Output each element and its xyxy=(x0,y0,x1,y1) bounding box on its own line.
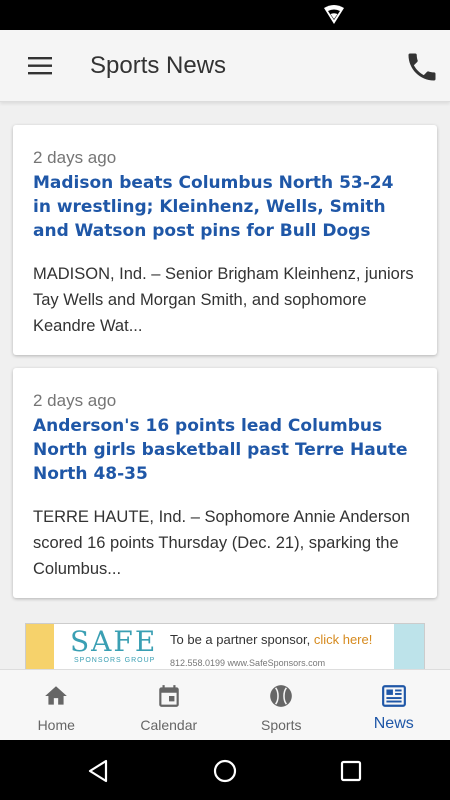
home-icon xyxy=(45,686,68,705)
sponsor-ad-banner[interactable]: SAFE SPONSORS GROUP To be a partner spon… xyxy=(25,623,425,669)
article-time: 2 days ago xyxy=(33,391,117,410)
nav-calendar[interactable]: Calendar xyxy=(113,670,226,740)
nav-home[interactable]: Home xyxy=(0,670,113,740)
ad-logo: SAFE xyxy=(70,625,158,658)
news-card[interactable]: 2 days ago Madison beats Columbus North … xyxy=(13,125,437,355)
menu-button[interactable] xyxy=(16,51,64,81)
nav-label: Home xyxy=(37,717,75,733)
status-bar xyxy=(0,0,450,30)
ad-contact: 812.558.0199 www.SafeSponsors.com xyxy=(170,658,326,668)
ad-logo-subtitle: SPONSORS GROUP xyxy=(74,657,156,664)
article-excerpt: MADISON, Ind. – Senior Brigham Kleinhenz… xyxy=(33,265,414,335)
system-navigation-bar xyxy=(0,740,450,800)
bottom-navigation: Home Calendar Sports News xyxy=(0,669,450,740)
wifi-signal-icon xyxy=(324,5,344,24)
app-bar: Sports News xyxy=(0,30,450,102)
ad-text: To be a partner sponsor, click here! xyxy=(170,632,372,647)
ad-decoration xyxy=(26,624,54,669)
nav-label: Calendar xyxy=(140,717,198,733)
back-icon[interactable] xyxy=(86,758,112,784)
page-title: Sports News xyxy=(90,52,227,79)
hamburger-menu-icon xyxy=(28,57,52,75)
ad-decoration xyxy=(394,624,424,669)
nav-label: Sports xyxy=(261,717,302,733)
phone-icon[interactable] xyxy=(404,49,440,85)
article-title[interactable]: Madison beats Columbus North 53-24 in wr… xyxy=(33,171,417,243)
nav-sports[interactable]: Sports xyxy=(225,670,338,740)
article-excerpt: TERRE HAUTE, Ind. – Sophomore Annie Ande… xyxy=(33,508,410,578)
article-title[interactable]: Anderson's 16 points lead Columbus North… xyxy=(33,414,417,486)
news-card[interactable]: 2 days ago Anderson's 16 points lead Col… xyxy=(13,368,437,598)
home-circle-icon[interactable] xyxy=(212,758,238,784)
nav-news[interactable]: News xyxy=(338,670,450,740)
ad-link[interactable]: click here! xyxy=(314,632,373,647)
sports-ball-icon xyxy=(270,685,293,707)
recents-icon[interactable] xyxy=(338,758,364,784)
nav-label: News xyxy=(373,715,414,732)
news-feed: 2 days ago Madison beats Columbus North … xyxy=(0,102,450,669)
ad-message: To be a partner sponsor, xyxy=(170,632,311,647)
newspaper-icon xyxy=(381,685,406,707)
article-time: 2 days ago xyxy=(33,148,117,167)
calendar-icon xyxy=(159,685,179,707)
